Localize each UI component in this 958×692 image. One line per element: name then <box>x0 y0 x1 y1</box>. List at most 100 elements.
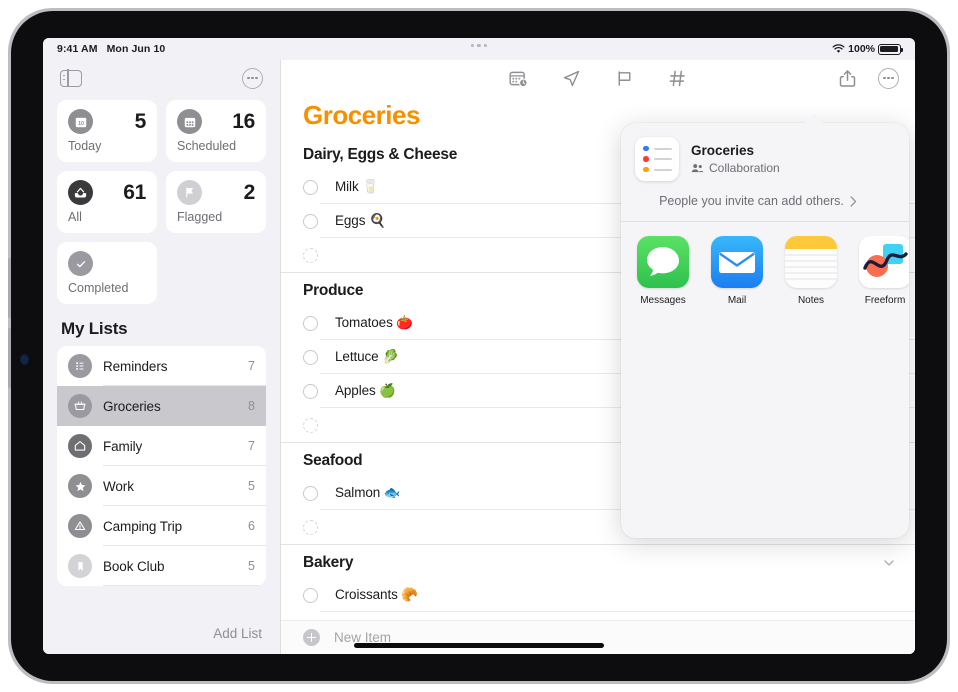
sidebar-item-count: 5 <box>248 559 255 573</box>
my-lists-heading: My Lists <box>61 319 128 338</box>
sidebar-item-reminders[interactable]: Reminders 7 <box>57 346 266 386</box>
share-target-label: Freeform <box>864 295 906 306</box>
star-icon <box>68 474 92 498</box>
smart-list-all[interactable]: 61 All <box>57 171 157 233</box>
main-toolbar <box>281 60 915 96</box>
share-target-freeform[interactable]: Freeform <box>857 236 909 307</box>
sidebar-item-groceries[interactable]: Groceries 8 <box>57 386 266 426</box>
share-target-label: Messages <box>640 295 686 306</box>
freeform-app-icon <box>859 236 909 288</box>
smart-list-label: Today <box>68 139 102 153</box>
chevron-down-icon[interactable] <box>883 557 895 569</box>
checkmark-icon <box>68 251 93 276</box>
status-bar-left: 9:41 AM Mon Jun 10 <box>57 43 165 55</box>
status-date: Mon Jun 10 <box>106 43 166 55</box>
smart-list-today[interactable]: 10 5 Today <box>57 100 157 162</box>
sidebar-footer: Add List <box>43 616 280 654</box>
smart-list-flagged[interactable]: 2 Flagged <box>166 171 266 233</box>
sidebar-item-label: Camping Trip <box>103 518 183 534</box>
popover-header: Groceries Collaboration <box>621 123 909 181</box>
chevron-right-icon <box>850 195 857 207</box>
share-target-notes[interactable]: Notes <box>783 236 839 307</box>
sidebar-header <box>43 60 280 96</box>
hashtag-icon[interactable] <box>667 68 688 89</box>
reminder-checkbox[interactable] <box>303 485 318 501</box>
share-popover[interactable]: Groceries Collaboration People you invit… <box>621 114 909 538</box>
sidebar-more-ellipsis-icon[interactable] <box>242 67 263 89</box>
bulleted-list-icon <box>68 354 92 378</box>
sidebar-item-label: Book Club <box>103 558 165 574</box>
basket-icon <box>68 394 92 418</box>
add-list-button[interactable]: Add List <box>213 626 262 641</box>
popover-subtitle: Collaboration <box>709 161 780 175</box>
sidebar-toggle-icon[interactable] <box>60 68 82 88</box>
sidebar-item-work[interactable]: Work 5 <box>57 466 266 506</box>
popover-permission-text: People you invite can add others. <box>659 194 844 208</box>
share-icon[interactable] <box>837 68 858 89</box>
sidebar-item-book-club[interactable]: Book Club 5 <box>57 546 266 586</box>
reminder-checkbox[interactable] <box>303 213 318 229</box>
house-icon <box>68 434 92 458</box>
reminder-text: Apples 🍏 <box>335 383 397 398</box>
section-title: Seafood <box>303 452 363 469</box>
status-bar-right: 100% <box>832 38 904 60</box>
reminder-checkbox[interactable] <box>303 179 318 195</box>
reminder-checkbox-empty[interactable] <box>303 519 318 535</box>
main-pane: Groceries Dairy, Eggs & Cheese Milk 🥛 Eg… <box>281 60 915 654</box>
plus-circle-icon[interactable] <box>303 629 320 646</box>
new-item-bar[interactable]: New Item <box>281 620 915 654</box>
sidebar-item-family[interactable]: Family 7 <box>57 426 266 466</box>
reminder-checkbox[interactable] <box>303 315 318 331</box>
smart-list-label: Flagged <box>177 210 223 224</box>
battery-percent: 100% <box>848 43 875 55</box>
tent-icon <box>68 514 92 538</box>
popover-permission-button[interactable]: People you invite can add others. <box>621 181 909 208</box>
calendar-today-icon: 10 <box>68 109 93 134</box>
flag-icon[interactable] <box>614 68 635 89</box>
main-more-ellipsis-icon[interactable] <box>878 67 899 89</box>
svg-text:10: 10 <box>78 121 84 127</box>
all-inbox-icon <box>68 180 93 205</box>
smart-lists-grid: 10 5 Today 16 Scheduled 61 All 2 Flagged… <box>43 96 280 304</box>
reminder-text: Milk 🥛 <box>335 179 379 194</box>
sidebar-item-count: 5 <box>248 479 255 493</box>
share-target-messages[interactable]: Messages <box>635 236 691 307</box>
sidebar-item-count: 8 <box>248 399 255 413</box>
reminders-list-icon <box>635 137 679 181</box>
smart-list-scheduled[interactable]: 16 Scheduled <box>166 100 266 162</box>
wifi-icon <box>832 44 845 53</box>
section-header-bakery: Bakery <box>281 545 915 578</box>
calendar-clock-icon[interactable] <box>508 68 529 89</box>
bookmark-icon <box>68 554 92 578</box>
share-target-label: Mail <box>727 295 747 306</box>
share-target-label: Notes <box>797 295 825 306</box>
toolbar-actions <box>508 68 688 89</box>
sidebar-item-label: Reminders <box>103 358 168 374</box>
sidebar-item-label: Family <box>103 438 143 454</box>
smart-list-completed[interactable]: Completed <box>57 242 157 304</box>
sidebar-item-label: Work <box>103 478 134 494</box>
front-camera <box>21 355 28 364</box>
reminder-text: Eggs 🍳 <box>335 213 386 228</box>
reminder-checkbox-empty[interactable] <box>303 417 318 433</box>
popover-list-name: Groceries <box>691 143 755 158</box>
share-target-mail[interactable]: Mail <box>709 236 765 307</box>
location-arrow-icon[interactable] <box>561 68 582 89</box>
reminder-checkbox-empty[interactable] <box>303 247 318 263</box>
reminder-checkbox[interactable] <box>303 587 318 603</box>
toolbar-right-actions <box>837 60 899 96</box>
reminder-item[interactable]: Croissants 🥐 <box>281 578 915 612</box>
people-icon <box>691 164 704 173</box>
mail-app-icon <box>711 236 763 288</box>
multitasking-controls[interactable] <box>470 44 488 48</box>
notes-app-icon <box>785 236 837 288</box>
smart-list-count: 16 <box>232 109 255 133</box>
reminder-checkbox[interactable] <box>303 383 318 399</box>
home-indicator[interactable] <box>354 643 604 648</box>
smart-list-label: Completed <box>68 281 129 295</box>
reminder-text: Lettuce 🥬 <box>335 349 399 364</box>
sidebar-item-camping-trip[interactable]: Camping Trip 6 <box>57 506 266 546</box>
flag-icon <box>177 180 202 205</box>
reminder-checkbox[interactable] <box>303 349 318 365</box>
section-title: Dairy, Eggs & Cheese <box>303 146 458 163</box>
